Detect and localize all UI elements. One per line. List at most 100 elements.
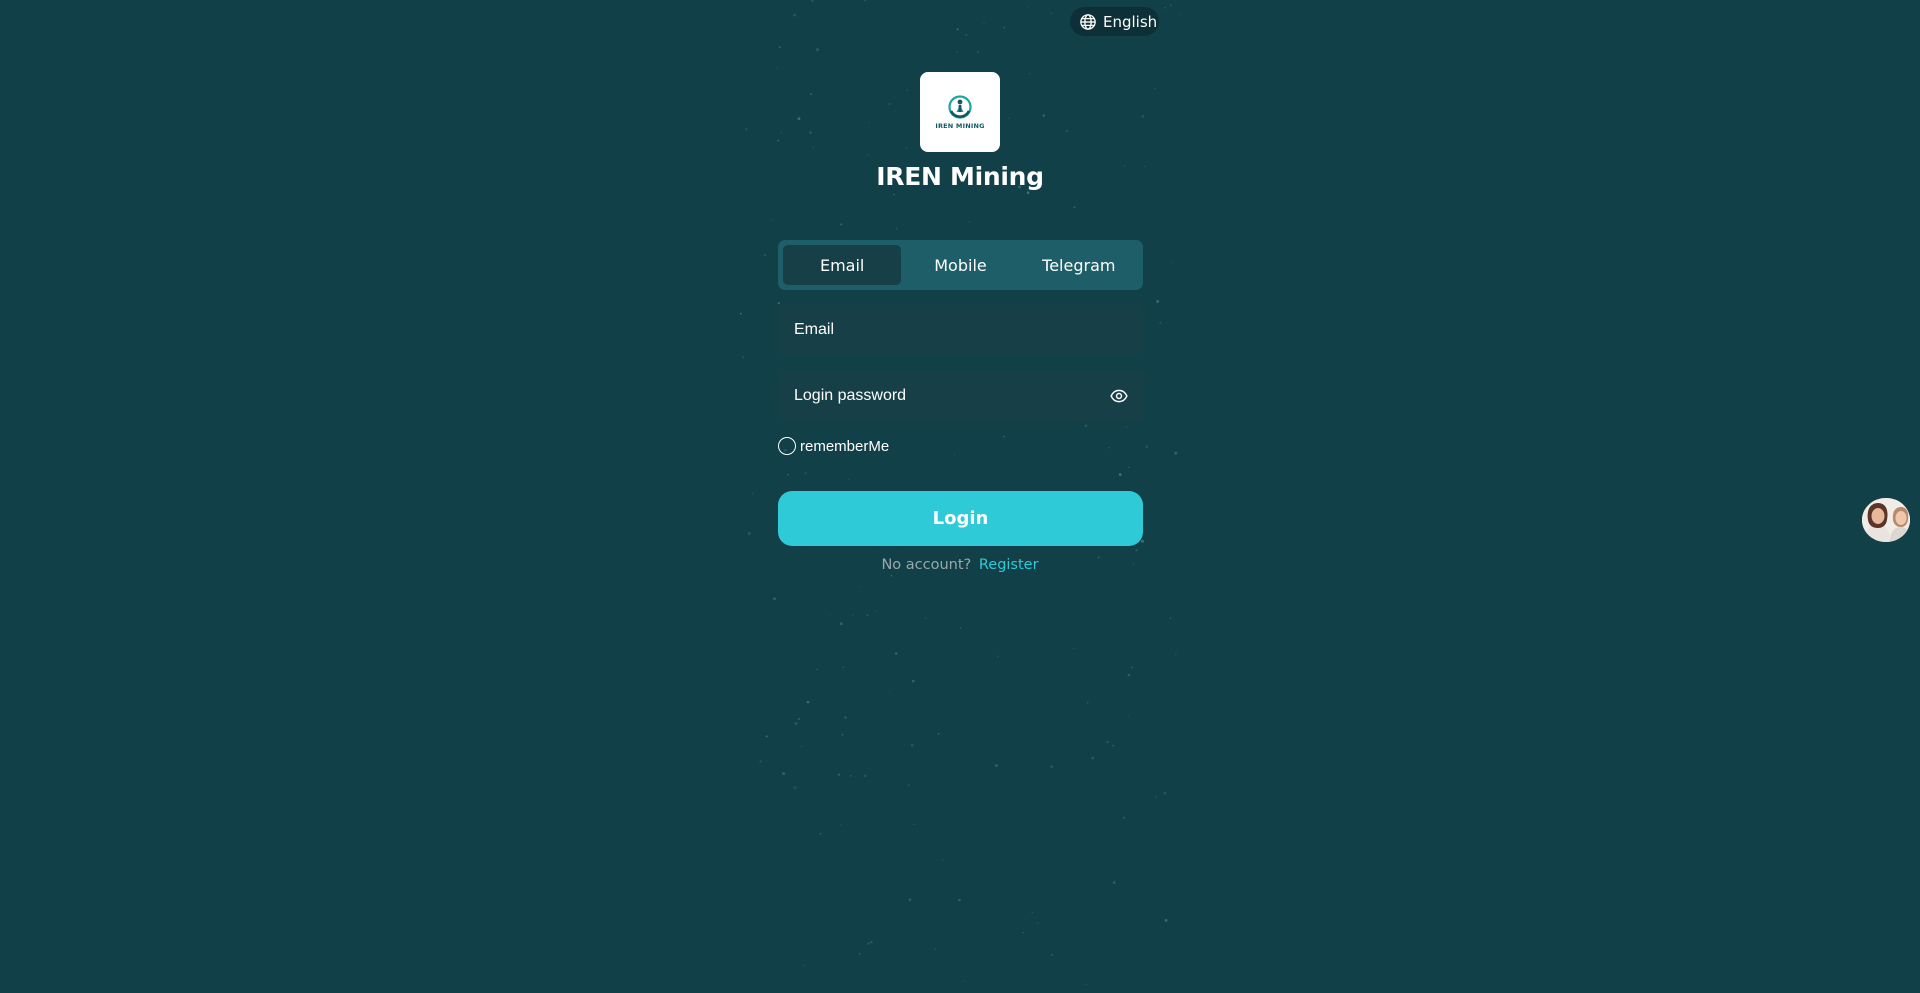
language-selector[interactable]: English [1070, 7, 1159, 36]
logo-text: IREN MINING [935, 122, 985, 130]
background-speckle [976, 51, 979, 54]
background-speckle [1159, 321, 1162, 324]
background-speckle [840, 824, 842, 826]
background-speckle [894, 652, 898, 655]
background-speckle [794, 721, 798, 725]
background-speckle [866, 614, 869, 617]
background-speckle [1127, 673, 1131, 677]
background-speckle [841, 733, 844, 736]
background-speckle [1066, 130, 1068, 132]
background-speckle [1145, 445, 1149, 449]
background-speckle [740, 312, 742, 315]
background-speckle [867, 154, 870, 156]
background-speckle [863, 0, 866, 1]
background-speckle [1178, 13, 1180, 15]
background-speckle [1118, 473, 1122, 476]
tab-telegram[interactable]: Telegram [1020, 245, 1138, 285]
background-speckle [747, 531, 751, 535]
background-speckle [858, 952, 861, 955]
password-input[interactable] [794, 387, 1110, 405]
background-speckle [996, 655, 1000, 658]
remember-me-radio[interactable] [778, 437, 796, 455]
login-button[interactable]: Login [778, 491, 1143, 546]
background-speckle [888, 102, 891, 106]
background-speckle [1003, 26, 1006, 29]
background-speckle [889, 690, 891, 693]
background-speckle [858, 586, 860, 588]
background-speckle [837, 773, 841, 776]
background-speckle [797, 717, 801, 721]
background-speckle [745, 128, 748, 130]
background-speckle [1050, 953, 1054, 957]
tab-email[interactable]: Email [783, 245, 902, 285]
background-speckle [844, 716, 847, 719]
no-account-text: No account? [881, 557, 972, 573]
background-speckle [1031, 911, 1033, 914]
background-speckle [806, 700, 810, 704]
background-speckle [863, 774, 867, 778]
background-speckle [812, 146, 814, 149]
register-prompt: No account? Register [760, 557, 1160, 573]
email-field-container [778, 305, 1143, 355]
email-input[interactable] [794, 321, 1127, 339]
background-speckle [741, 356, 745, 359]
tab-mobile[interactable]: Mobile [901, 245, 1019, 285]
background-speckle [759, 760, 762, 763]
background-speckle [809, 92, 813, 96]
background-speckle [1106, 740, 1109, 744]
background-speckle [1037, 922, 1039, 924]
background-speckle [867, 942, 870, 945]
background-speckle [773, 597, 776, 601]
background-speckle [1169, 617, 1172, 620]
background-speckle [849, 775, 852, 777]
background-speckle [934, 948, 937, 950]
background-speckle [819, 832, 822, 835]
background-speckle [1008, 117, 1010, 120]
background-speckle [815, 48, 820, 52]
background-speckle [994, 764, 998, 768]
background-speckle [770, 219, 772, 221]
background-speckle [1127, 716, 1129, 718]
customer-service-avatar[interactable] [1862, 498, 1910, 542]
background-speckle [941, 858, 944, 861]
background-speckle [775, 67, 778, 69]
background-speckle [1163, 791, 1167, 795]
background-speckle [793, 786, 797, 790]
page-title: IREN Mining [876, 162, 1044, 191]
background-speckle [1091, 756, 1095, 760]
background-speckle [1086, 702, 1089, 704]
remember-me-label: rememberMe [800, 437, 890, 455]
background-speckle [1128, 466, 1130, 469]
background-speckle [797, 117, 801, 121]
background-speckle [937, 732, 940, 735]
background-speckle [924, 617, 927, 619]
background-speckle [956, 50, 959, 53]
background-speckle [1022, 932, 1024, 934]
background-speckle [1135, 549, 1138, 552]
remember-me-option[interactable]: rememberMe [778, 437, 889, 455]
background-speckle [852, 614, 854, 616]
background-speckle [908, 898, 912, 901]
background-speckle [1042, 114, 1046, 117]
background-speckle [777, 302, 780, 305]
background-speckle [777, 139, 780, 142]
background-speckle [842, 666, 845, 668]
background-speckle [751, 492, 754, 495]
language-label: English [1103, 12, 1158, 31]
register-link[interactable]: Register [979, 557, 1039, 573]
background-speckle [793, 13, 797, 17]
background-speckle [803, 965, 805, 967]
background-speckle [1126, 426, 1128, 428]
background-speckle [1174, 451, 1178, 455]
background-speckle [787, 473, 789, 476]
background-speckle [782, 772, 786, 776]
globe-icon [1080, 13, 1096, 30]
background-speckle [963, 980, 965, 982]
eye-icon[interactable] [1110, 387, 1128, 405]
background-speckle [828, 615, 831, 617]
login-method-tabs: Email Mobile Telegram [778, 240, 1143, 290]
background-speckle [875, 610, 877, 612]
background-speckle [906, 88, 909, 91]
background-speckle [1164, 918, 1168, 922]
background-speckle [910, 744, 914, 747]
